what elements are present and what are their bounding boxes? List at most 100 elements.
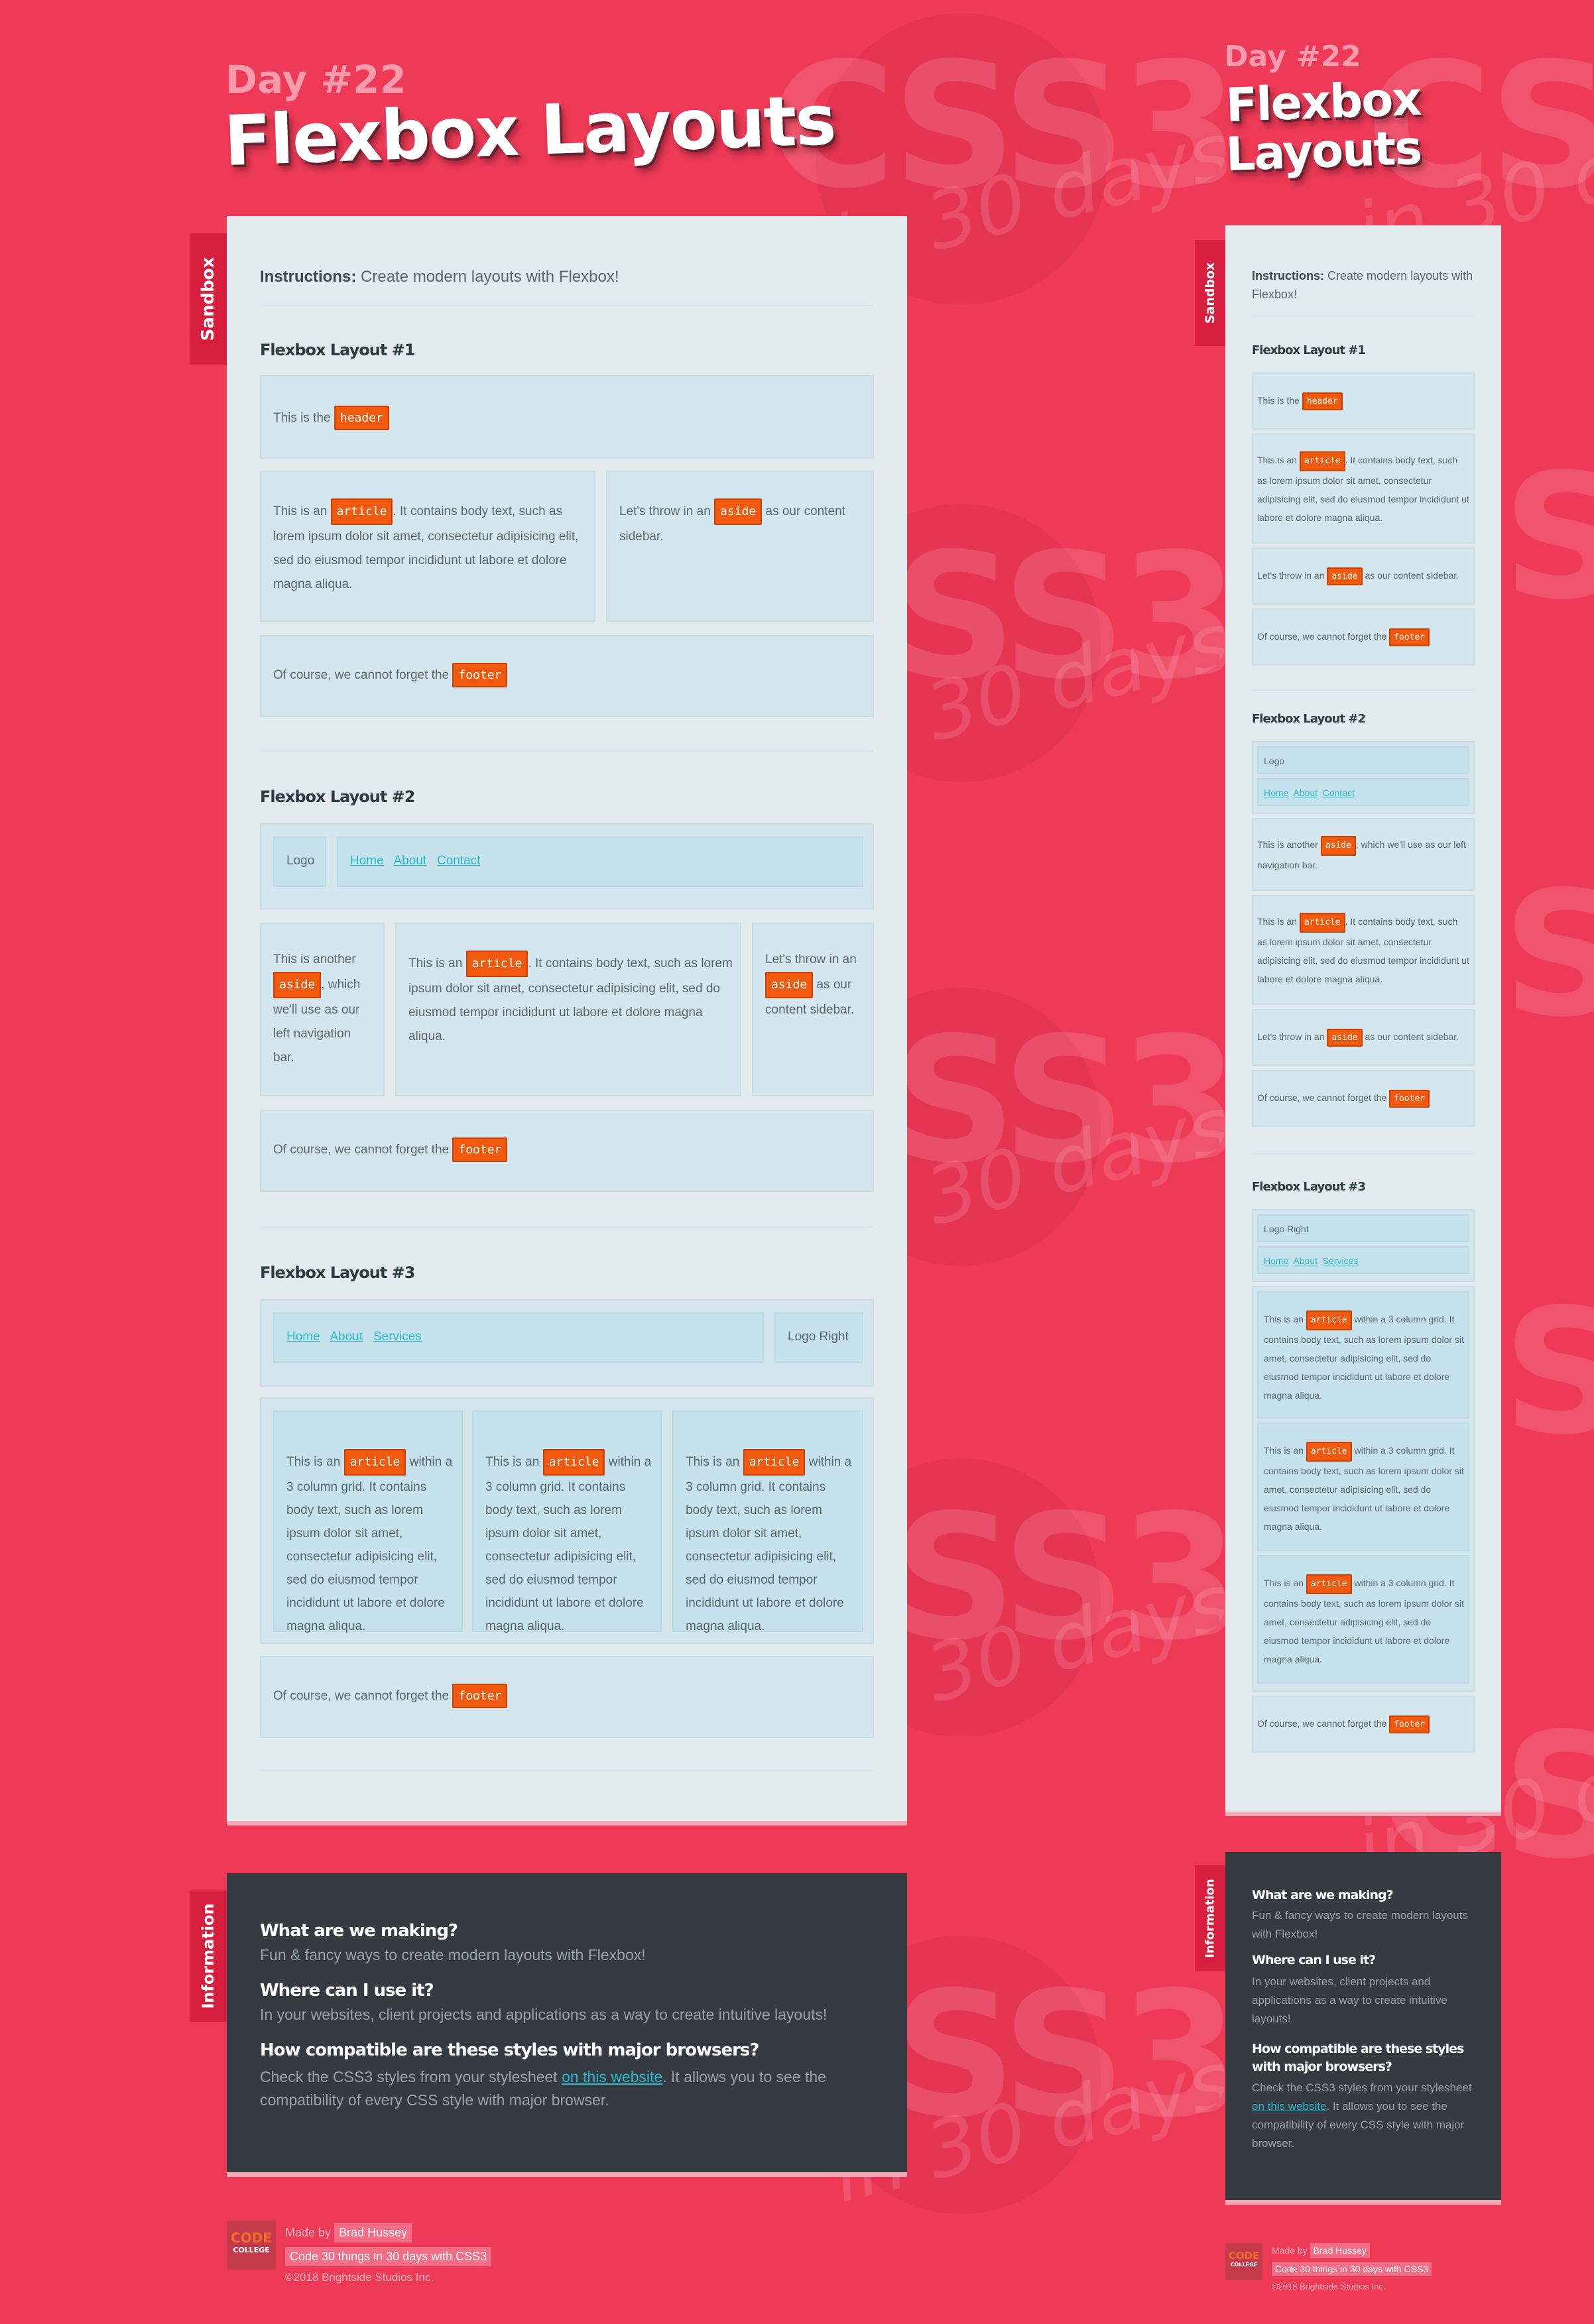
nav-home-link[interactable]: Home	[350, 854, 384, 868]
code-college-logo: CODE COLLEGE	[227, 2221, 276, 2270]
layout3-grid: This is an article within a 3 column gri…	[260, 1397, 874, 1644]
article-tag: article	[1299, 451, 1345, 471]
aside-tag: aside	[273, 972, 322, 998]
instructions: Instructions: Create modern layouts with…	[260, 268, 619, 286]
author-link[interactable]: Brad Hussey	[334, 2223, 412, 2242]
author-link[interactable]: Brad Hussey	[1310, 2243, 1370, 2258]
layout3-header: Logo Right Home About Services	[1252, 1209, 1475, 1282]
layout3-nav: Home About Services	[273, 1312, 764, 1363]
layout1-header: This is the header	[1252, 373, 1475, 430]
page-title-line2: Layouts	[1225, 120, 1422, 182]
made-by-label: Made by	[1272, 2245, 1308, 2256]
layout3-title: Flexbox Layout #3	[1252, 1180, 1366, 1194]
layout3-header: Home About Services Logo Right	[260, 1299, 874, 1387]
layout2-footer: Of course, we cannot forget the footer	[1252, 1070, 1475, 1127]
nav-home-link[interactable]: Home	[286, 1330, 320, 1344]
information-panel: What are we making? Fun & fancy ways to …	[1225, 1852, 1501, 2205]
layout1-footer: Of course, we cannot forget the footer	[260, 635, 874, 717]
nav-services-link[interactable]: Services	[373, 1330, 422, 1344]
information-panel: What are we making? Fun & fancy ways to …	[227, 1873, 907, 2177]
divider	[260, 305, 874, 306]
layout3-footer: Of course, we cannot forget the footer	[1252, 1696, 1475, 1753]
layout2-header: Logo Home About Contact	[1252, 741, 1475, 814]
info-answer-3: Check the CSS3 styles from your styleshe…	[1252, 2081, 1472, 2150]
nav-about-link[interactable]: About	[1293, 1255, 1318, 1266]
nav-about-link[interactable]: About	[1293, 787, 1318, 798]
layout2-title: Flexbox Layout #2	[260, 787, 415, 806]
divider	[260, 750, 874, 752]
layout3-article: This is an article within a 3 column gri…	[672, 1411, 863, 1633]
layout3-article: This is an article within a 3 column gri…	[273, 1411, 463, 1633]
layout2-article: This is an article. It contains body tex…	[1252, 895, 1475, 1005]
divider	[260, 1226, 874, 1228]
copyright: ©2018 Brightside Studios Inc.	[285, 2271, 434, 2284]
instructions-text: Create modern layouts with Flexbox!	[361, 268, 619, 286]
nav-about-link[interactable]: About	[330, 1330, 363, 1344]
info-answer-1: Fun & fancy ways to create modern layout…	[1252, 1909, 1468, 1940]
instructions: Instructions: Create modern layouts with…	[1252, 269, 1473, 301]
info-answer-3: Check the CSS3 styles from your styleshe…	[260, 2068, 826, 2109]
info-question-2: Where can I use it?	[1252, 1953, 1376, 1967]
divider	[260, 1770, 874, 1771]
layout1-aside: Let's throw in an aside as our content s…	[1252, 548, 1475, 605]
layout3-article: This is an article within a 3 column gri…	[1257, 1423, 1469, 1551]
compatibility-link[interactable]: on this website	[1252, 2100, 1326, 2113]
layout1-title: Flexbox Layout #1	[1252, 343, 1366, 357]
nav-contact-link[interactable]: Contact	[1323, 787, 1355, 798]
divider	[1252, 1153, 1475, 1155]
footer-tag: footer	[452, 663, 508, 687]
layout2-header: Logo Home About Contact	[260, 823, 874, 909]
nav-services-link[interactable]: Services	[1323, 1255, 1359, 1266]
made-by-label: Made by	[285, 2226, 332, 2239]
layout3-grid: This is an article within a 3 column gri…	[1252, 1286, 1475, 1692]
article-tag: article	[743, 1449, 806, 1476]
info-answer-1: Fun & fancy ways to create modern layout…	[260, 1946, 646, 1963]
info-question-3: How compatible are these styles with maj…	[1252, 2042, 1464, 2074]
page-title: Flexbox Layouts	[223, 79, 837, 182]
header-tag: header	[1302, 392, 1343, 410]
nav-about-link[interactable]: About	[393, 854, 426, 868]
info-question-1: What are we making?	[260, 1921, 458, 1941]
layout2-logo: Logo	[273, 837, 326, 887]
aside-tag: aside	[1327, 1029, 1363, 1047]
layout3-article: This is an article within a 3 column gri…	[1257, 1291, 1469, 1419]
info-question-3: How compatible are these styles with maj…	[260, 2040, 759, 2060]
footer-tag: footer	[1389, 628, 1430, 646]
aside-tag: aside	[1320, 836, 1356, 856]
aside-tag: aside	[765, 972, 814, 998]
article-tag: article	[1306, 1442, 1352, 1462]
compatibility-link[interactable]: on this website	[562, 2068, 662, 2085]
aside-tag: aside	[714, 498, 763, 525]
info-question-1: What are we making?	[1252, 1888, 1394, 1902]
layout1-footer: Of course, we cannot forget the footer	[1252, 609, 1475, 666]
nav-contact-link[interactable]: Contact	[437, 854, 480, 868]
info-answer-2: In your websites, client projects and ap…	[1252, 1975, 1447, 2025]
sandbox-tab: Sandbox	[190, 233, 227, 365]
footer-tag: footer	[452, 1684, 508, 1708]
layout1-article: This is an article. It contains body tex…	[260, 471, 595, 622]
information-tab: Information	[190, 1890, 227, 2022]
layout2-aside-right: Let's throw in an aside as our content s…	[1252, 1009, 1475, 1066]
nav-home-link[interactable]: Home	[1264, 787, 1288, 798]
info-answer-2: In your websites, client projects and ap…	[260, 2006, 828, 2023]
layout3-footer: Of course, we cannot forget the footer	[260, 1656, 874, 1738]
article-tag: article	[1299, 913, 1345, 933]
layout1-title: Flexbox Layout #1	[260, 341, 415, 359]
article-tag: article	[330, 498, 393, 525]
layout2-article: This is an article. It contains body tex…	[395, 923, 741, 1096]
layout2-logo: Logo	[1257, 746, 1469, 774]
article-tag: article	[1306, 1574, 1352, 1594]
layout1-aside: Let's throw in an aside as our content s…	[606, 471, 874, 622]
layout2-aside-left: This is another aside, which we'll use a…	[1252, 818, 1475, 891]
layout2-nav: Home About Contact	[1257, 778, 1469, 806]
layout3-article: This is an article within a 3 column gri…	[1257, 1555, 1469, 1684]
course-link[interactable]: Code 30 things in 30 days with CSS3	[1272, 2262, 1432, 2276]
divider	[1252, 689, 1475, 691]
nav-home-link[interactable]: Home	[1264, 1255, 1288, 1266]
sandbox-panel: Instructions: Create modern layouts with…	[227, 216, 907, 1826]
article-tag: article	[343, 1449, 406, 1476]
day-label: Day #22	[1224, 40, 1361, 74]
course-link[interactable]: Code 30 things in 30 days with CSS3	[285, 2247, 492, 2266]
aside-tag: aside	[1327, 567, 1363, 585]
layout3-article: This is an article within a 3 column gri…	[472, 1411, 662, 1633]
